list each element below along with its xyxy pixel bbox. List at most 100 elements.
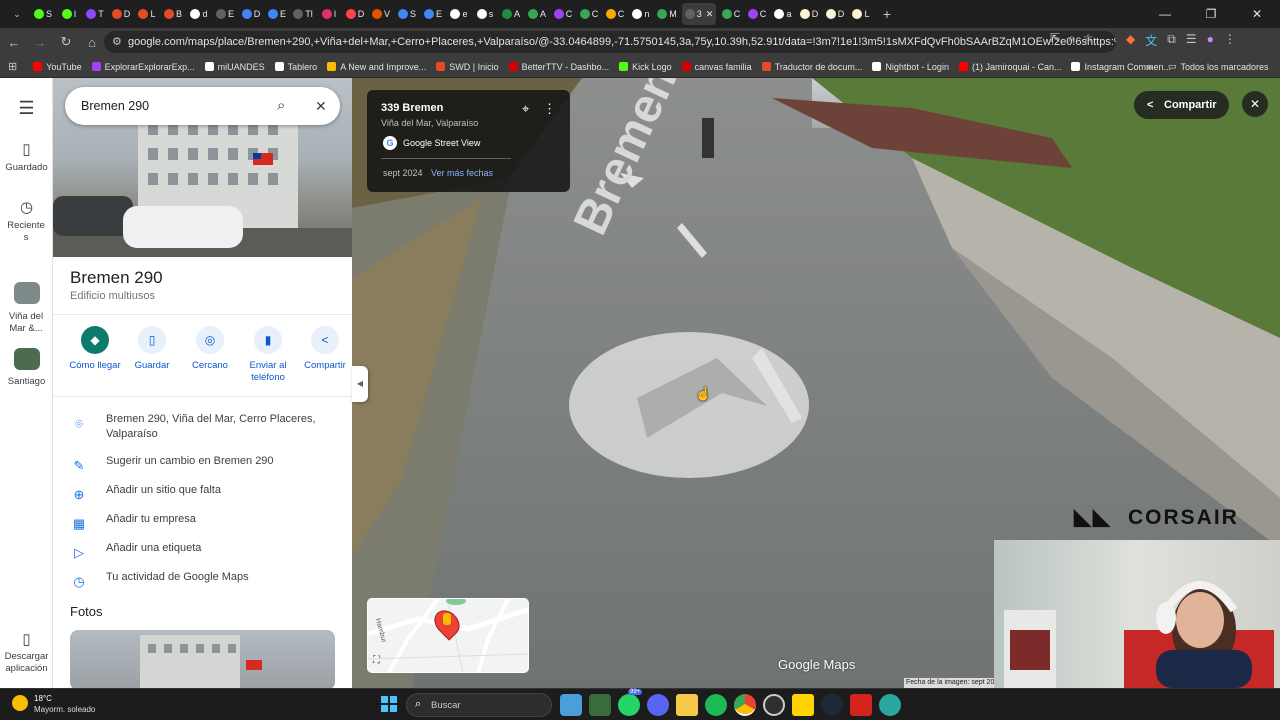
- close-tab-icon[interactable]: ✕: [706, 9, 714, 20]
- browser-tab[interactable]: S: [396, 3, 418, 25]
- add-business-row[interactable]: ▦ Añadir tu empresa: [53, 512, 352, 540]
- recent-place-santiago[interactable]: Santiago: [0, 348, 53, 387]
- browser-menu-icon[interactable]: ⋮: [1224, 32, 1236, 49]
- action-share[interactable]: < Compartir: [297, 326, 352, 372]
- profile-avatar[interactable]: ●: [1207, 32, 1214, 49]
- browser-tab[interactable]: D: [344, 3, 366, 25]
- action-directions[interactable]: ◆ Cómo llegar: [67, 326, 123, 372]
- acrobat-taskbar-icon[interactable]: [850, 694, 872, 716]
- action-phone[interactable]: ▮ Enviar al teléfono: [240, 326, 296, 384]
- bookmark-item[interactable]: Instagram Commen...: [1071, 62, 1171, 72]
- browser-tab[interactable]: C: [578, 3, 600, 25]
- action-bookmark[interactable]: ▯ Guardar: [124, 326, 180, 372]
- search-icon[interactable]: ⌕: [277, 87, 285, 125]
- browser-tab[interactable]: L: [136, 3, 158, 25]
- address-bar[interactable]: ⚙ google.com/maps/place/Bremen+290,+Viña…: [104, 31, 1116, 53]
- browser-tab[interactable]: d: [188, 3, 210, 25]
- bookmark-item[interactable]: BetterTTV - Dashbo...: [508, 62, 609, 72]
- tab-search-icon[interactable]: ⌄: [6, 3, 28, 25]
- browser-tab[interactable]: A: [500, 3, 522, 25]
- browser-tab[interactable]: I: [58, 3, 80, 25]
- browser-tab[interactable]: D: [240, 3, 262, 25]
- whatsapp-taskbar-icon[interactable]: 99+: [618, 689, 643, 716]
- search-box[interactable]: Bremen 290 ⌕ ✕: [65, 87, 340, 125]
- bookmark-star-icon[interactable]: ☆: [1083, 31, 1094, 46]
- open-in-app-icon[interactable]: ⇱: [1050, 31, 1060, 46]
- action-nearby[interactable]: ◎ Cercano: [182, 326, 238, 372]
- home-icon[interactable]: ⌂: [80, 30, 104, 54]
- forward-icon[interactable]: →: [28, 30, 52, 54]
- browser-tab[interactable]: E: [422, 3, 444, 25]
- browser-tab[interactable]: I: [318, 3, 340, 25]
- address-row[interactable]: ⌾ Bremen 290, Viña del Mar, Cerro Placer…: [53, 412, 352, 444]
- browser-tab[interactable]: n: [630, 3, 652, 25]
- bookmark-item[interactable]: ExplorarExplorarExp...: [91, 62, 195, 72]
- activity-row[interactable]: ◷ Tu actividad de Google Maps: [53, 570, 352, 598]
- browser-tab[interactable]: E: [266, 3, 288, 25]
- maximize-button[interactable]: ❐: [1188, 7, 1234, 21]
- all-bookmarks-folder[interactable]: ▭ Todos los marcadores: [1168, 61, 1269, 72]
- photo-thumbnail[interactable]: [70, 630, 335, 688]
- bookmark-item[interactable]: A New and Improve...: [327, 62, 426, 72]
- bookmark-item[interactable]: Nightbot - Login: [872, 62, 949, 72]
- browser-tab[interactable]: D: [824, 3, 846, 25]
- taskbar-search[interactable]: ⌕ Buscar: [406, 693, 552, 717]
- browser-tab[interactable]: a: [772, 3, 794, 25]
- browser-tab[interactable]: 3 ✕: [682, 3, 716, 25]
- chrome-taskbar-icon[interactable]: [734, 694, 756, 716]
- browser-tab[interactable]: V: [370, 3, 392, 25]
- zoom-icon[interactable]: ⌕: [1068, 31, 1075, 46]
- file-explorer-taskbar-icon[interactable]: [676, 694, 698, 716]
- start-button[interactable]: [381, 696, 397, 712]
- sticky-notes-taskbar-icon[interactable]: [792, 694, 814, 716]
- browser-tab[interactable]: A: [526, 3, 548, 25]
- bookmark-item[interactable]: YouTube: [33, 62, 82, 72]
- reload-icon[interactable]: ↻: [54, 30, 78, 54]
- collapse-panel-button[interactable]: ◀: [352, 366, 368, 402]
- spotify-taskbar-icon[interactable]: [705, 694, 727, 716]
- extension-translate-icon[interactable]: 文: [1145, 32, 1157, 49]
- browser-tab[interactable]: C: [746, 3, 768, 25]
- share-button[interactable]: < Compartir: [1134, 91, 1229, 119]
- street-view[interactable]: Bremen 339 Bremen Viña del Mar, Valparaí…: [352, 78, 1280, 688]
- browser-tab[interactable]: C: [552, 3, 574, 25]
- download-app-button[interactable]: ▯ Descargar aplicación: [0, 630, 53, 675]
- bookmark-item[interactable]: Traductor de docum...: [761, 62, 862, 72]
- browser-tab[interactable]: C: [604, 3, 626, 25]
- app-taskbar-icon[interactable]: [589, 694, 611, 716]
- minimize-button[interactable]: —: [1142, 7, 1188, 21]
- reading-list-icon[interactable]: ☰: [1186, 32, 1197, 49]
- browser-tab[interactable]: D: [798, 3, 820, 25]
- bookmarks-overflow-icon[interactable]: »: [1146, 60, 1153, 74]
- extension-fox-icon[interactable]: ◆: [1126, 32, 1135, 49]
- browser-tab[interactable]: M: [656, 3, 678, 25]
- browser-tab[interactable]: L: [850, 3, 872, 25]
- more-options-icon[interactable]: ⋮: [543, 101, 556, 117]
- bookmark-item[interactable]: Tablero: [274, 62, 317, 72]
- browser-tab[interactable]: T: [84, 3, 106, 25]
- map-pin-icon[interactable]: ⌖: [522, 101, 529, 117]
- browser-tab[interactable]: B: [162, 3, 184, 25]
- apps-grid-icon[interactable]: ⊞: [8, 60, 17, 73]
- bookmark-item[interactable]: SWD | Inicio: [436, 62, 499, 72]
- bookmark-item[interactable]: miUANDES: [204, 62, 265, 72]
- globe-taskbar-icon[interactable]: [879, 694, 901, 716]
- browser-tab[interactable]: e: [448, 3, 470, 25]
- extensions-icon[interactable]: ⧉: [1167, 32, 1176, 49]
- see-more-dates-link[interactable]: Ver más fechas: [431, 168, 493, 178]
- discord-taskbar-icon[interactable]: [647, 694, 669, 716]
- new-tab-button[interactable]: +: [876, 3, 898, 25]
- bookmark-item[interactable]: canvas familia: [681, 62, 752, 72]
- browser-tab[interactable]: C: [720, 3, 742, 25]
- recent-place-vina[interactable]: Viña del Mar &...: [0, 282, 53, 335]
- search-input[interactable]: Bremen 290: [81, 99, 149, 113]
- close-icon[interactable]: ✕: [315, 87, 327, 125]
- menu-icon[interactable]: ☰: [0, 98, 53, 119]
- close-street-view-button[interactable]: ✕: [1242, 91, 1268, 117]
- add-place-row[interactable]: ⊕ Añadir un sitio que falta: [53, 483, 352, 511]
- close-window-button[interactable]: ✕: [1234, 7, 1280, 21]
- minimap[interactable]: Hambur ⛶: [367, 598, 529, 673]
- browser-tab[interactable]: S: [32, 3, 54, 25]
- suggest-edit-row[interactable]: ✎ Sugerir un cambio en Bremen 290: [53, 454, 352, 482]
- browser-tab[interactable]: s: [474, 3, 496, 25]
